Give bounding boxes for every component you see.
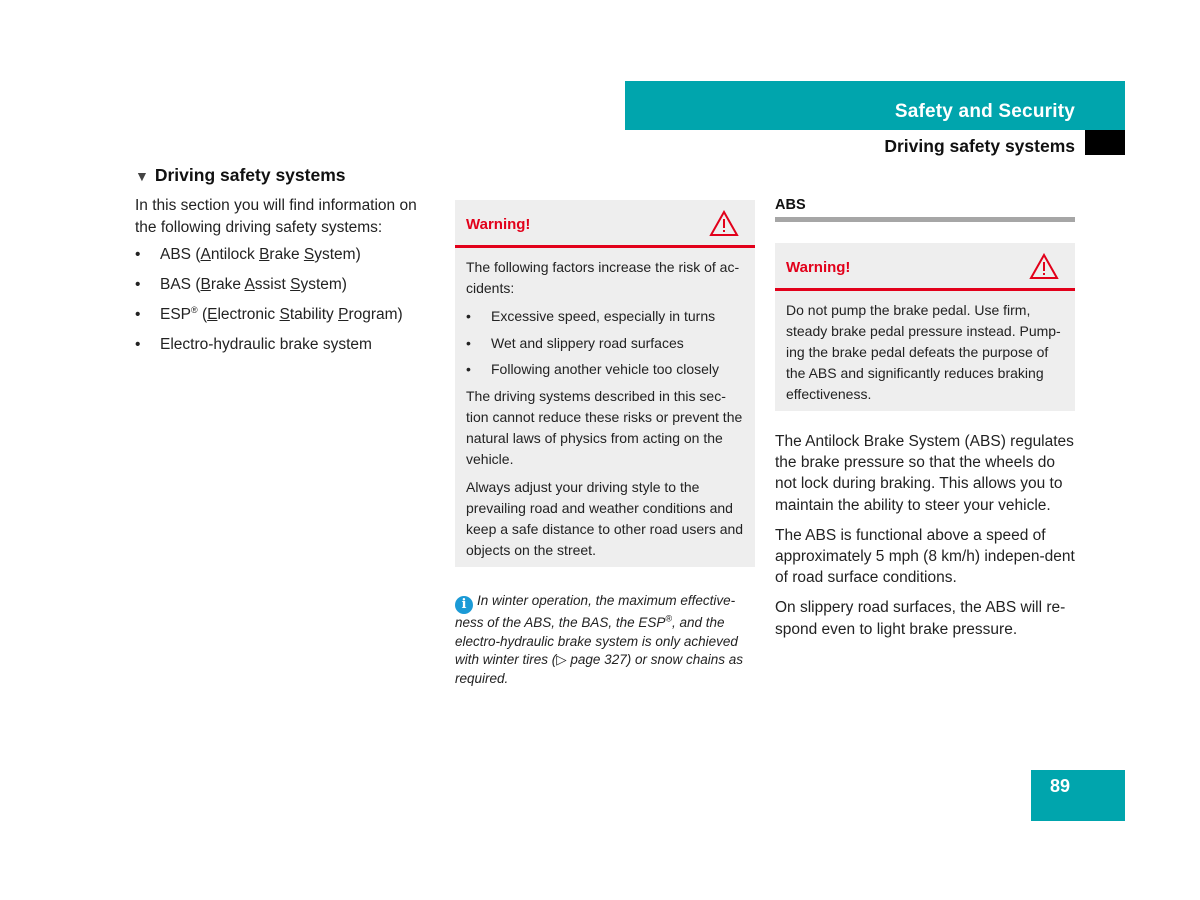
bullet: • bbox=[466, 334, 471, 351]
abs-description: The Antilock Brake System (ABS) regulate… bbox=[775, 431, 1080, 649]
warning-paragraph: Always adjust your driving style to the … bbox=[466, 479, 744, 558]
page-number-box: 89 bbox=[1031, 770, 1125, 821]
list-item: • Following another vehicle too closely bbox=[466, 359, 744, 380]
warning-paragraph: The driving systems described in this se… bbox=[466, 388, 743, 467]
warning-intro: The following factors increase the risk … bbox=[466, 259, 740, 296]
chapter-header-band: Safety and Security bbox=[625, 81, 1125, 130]
warning-box-abs: Warning! Do not pump the brake pedal. Us… bbox=[775, 243, 1075, 411]
info-icon: i bbox=[455, 596, 473, 614]
abs-paragraph: The ABS is functional above a speed of a… bbox=[775, 526, 1075, 587]
warning-body: Do not pump the brake pedal. Use firm, s… bbox=[775, 291, 1075, 415]
list-item: • Electro-hydraulic brake system bbox=[135, 334, 435, 355]
list-item: • Excessive speed, especially in turns bbox=[466, 306, 744, 327]
warning-header: Warning! bbox=[455, 200, 755, 248]
warning-header: Warning! bbox=[775, 243, 1075, 291]
systems-list: • ABS (Antilock Brake System) • BAS (Bra… bbox=[135, 244, 435, 355]
list-item-text: ESP® (Electronic Stability Program) bbox=[160, 304, 403, 323]
intro-column: ▼ Driving safety systems In this section… bbox=[135, 165, 435, 364]
list-item-text: Electro-hydraulic brake system bbox=[160, 336, 372, 353]
warning-triangle-icon bbox=[1029, 253, 1059, 279]
intro-text: In this section you will find informatio… bbox=[135, 197, 417, 236]
info-note: i In winter operation, the maximum effect… bbox=[455, 593, 744, 686]
list-item: • ESP® (Electronic Stability Program) bbox=[135, 304, 435, 325]
risk-factors-list: • Excessive speed, especially in turns • W… bbox=[466, 306, 744, 380]
warning-body: The following factors increase the risk … bbox=[455, 248, 755, 571]
abs-heading: ABS bbox=[775, 197, 806, 213]
warning-text: Do not pump the brake pedal. Use firm, s… bbox=[786, 302, 1061, 402]
section-title: Driving safety systems bbox=[884, 136, 1075, 156]
warning-box-risks: Warning! The following factors increase … bbox=[455, 200, 755, 567]
warning-triangle-icon bbox=[709, 210, 739, 236]
warning-label: Warning! bbox=[786, 259, 851, 276]
bullet: • bbox=[135, 306, 141, 323]
bullet: • bbox=[466, 308, 471, 324]
bullet: • bbox=[466, 361, 471, 377]
triangle-down-icon: ▼ bbox=[135, 167, 149, 184]
registered-mark: ® bbox=[191, 304, 198, 315]
list-item-text: ABS (Antilock Brake System) bbox=[160, 246, 361, 263]
abs-paragraph: On slippery road surfaces, the ABS will … bbox=[775, 599, 1066, 638]
bullet: • bbox=[135, 276, 141, 293]
page-number: 89 bbox=[1050, 776, 1071, 796]
bullet: • bbox=[135, 336, 141, 353]
list-item: • BAS (Brake Assist System) bbox=[135, 274, 435, 295]
list-item: • ABS (Antilock Brake System) bbox=[135, 244, 435, 265]
chapter-title: Safety and Security bbox=[894, 101, 1075, 122]
section-heading: ▼ Driving safety systems bbox=[135, 165, 435, 186]
section-marker bbox=[1085, 130, 1125, 155]
warning-label: Warning! bbox=[466, 216, 531, 233]
list-item: • Wet and slippery road surfaces bbox=[466, 333, 744, 354]
list-item-text: BAS (Brake Assist System) bbox=[160, 276, 347, 293]
abs-paragraph: The Antilock Brake System (ABS) regulate… bbox=[775, 433, 1074, 514]
bullet: • bbox=[135, 246, 141, 263]
section-heading-text: Driving safety systems bbox=[154, 165, 346, 185]
abs-heading-rule bbox=[775, 217, 1075, 222]
